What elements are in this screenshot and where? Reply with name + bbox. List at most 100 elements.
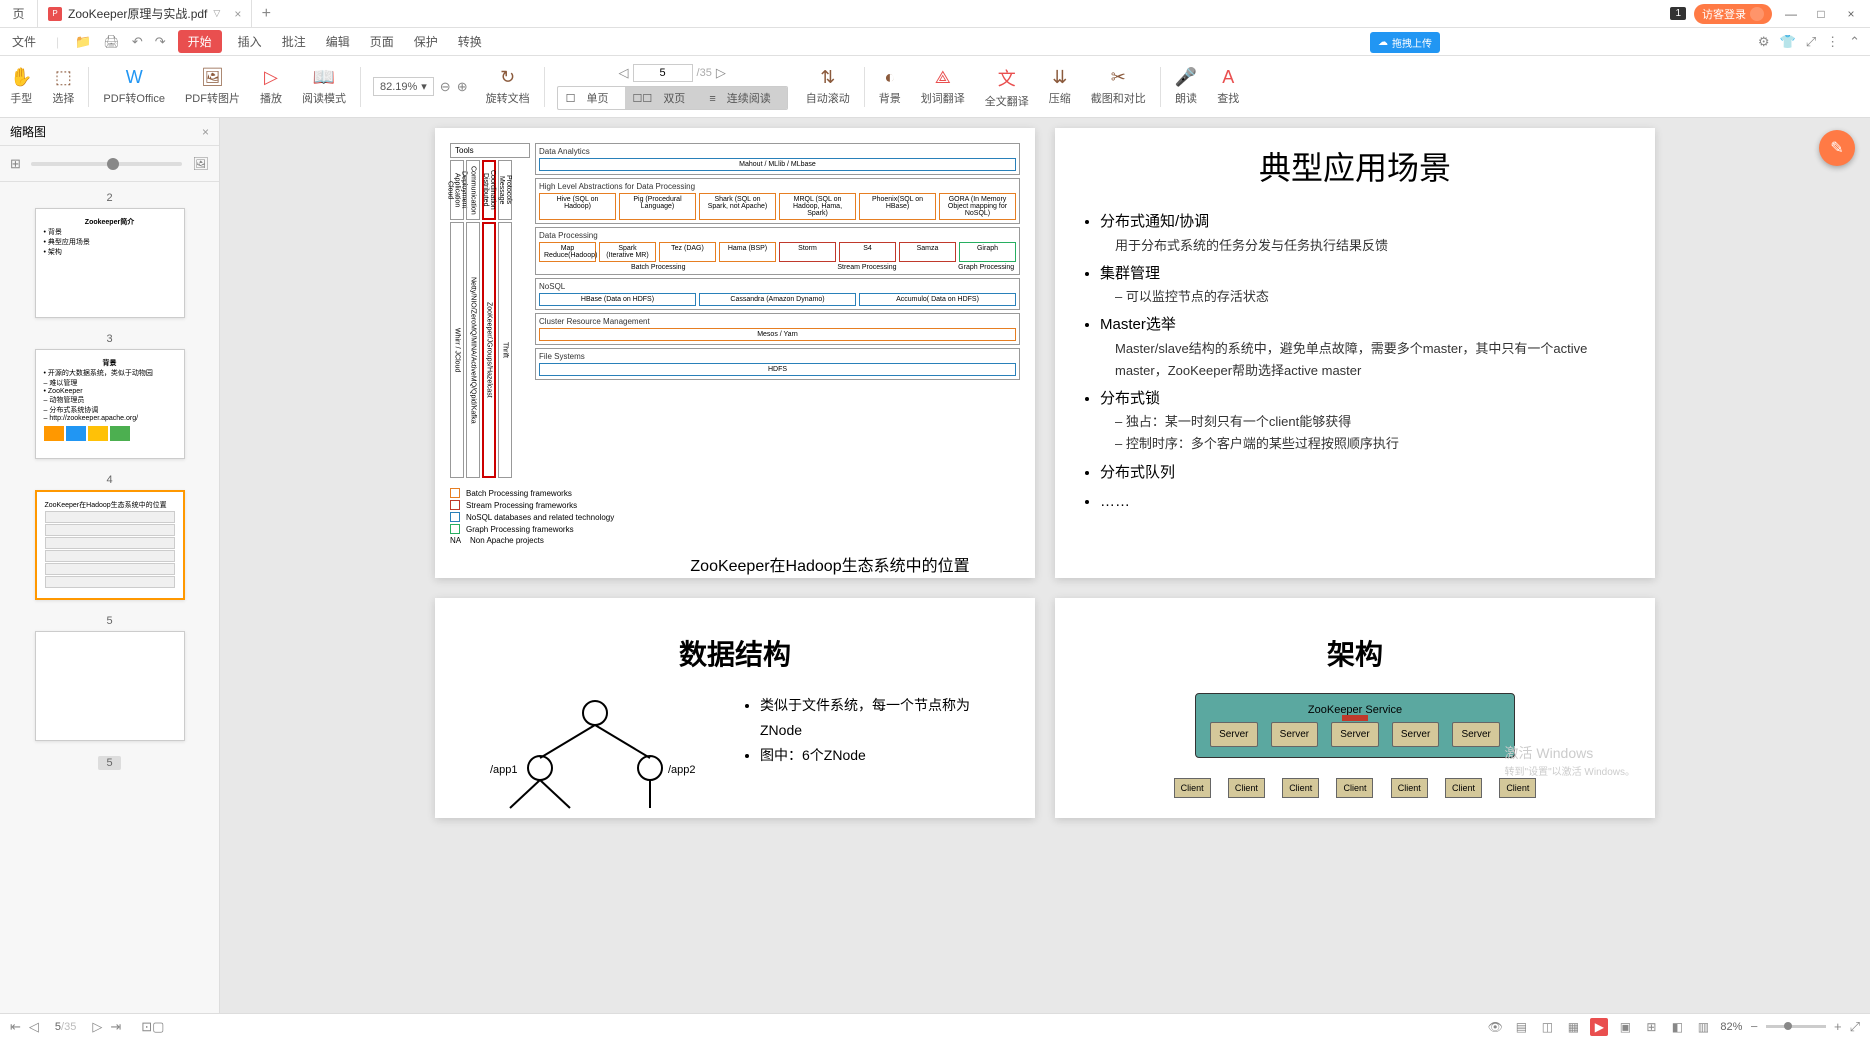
eye-icon[interactable]: 👁 — [1486, 1018, 1504, 1036]
add-tab-button[interactable]: + — [252, 5, 280, 23]
page7-title: 架构 — [1070, 633, 1640, 673]
login-label: 访客登录 — [1702, 6, 1746, 22]
layout-toggle: ☐ 单页 ☐☐ 双页 ≡ 连续阅读 — [557, 86, 788, 110]
zoom-input[interactable]: 82.19% ▾ — [373, 77, 434, 96]
tool2-icon[interactable]: ⊞ — [1642, 1018, 1660, 1036]
tool3-icon[interactable]: ◧ — [1668, 1018, 1686, 1036]
view2-icon[interactable]: ◫ — [1538, 1018, 1556, 1036]
grid-icon[interactable]: ⊞ — [10, 156, 21, 172]
hand-tool[interactable]: ✋手型 — [0, 56, 42, 117]
tab-home[interactable]: 页 — [0, 0, 38, 27]
float-edit-button[interactable]: ✎ — [1819, 130, 1855, 166]
compress-button[interactable]: ⇊压缩 — [1039, 56, 1081, 117]
page-input[interactable] — [633, 64, 693, 82]
background-button[interactable]: ◐背景 — [869, 56, 911, 117]
separator — [544, 67, 545, 107]
pdf-to-office[interactable]: WPDF转Office — [93, 56, 175, 117]
tab-edit[interactable]: 编辑 — [322, 31, 354, 52]
play-button[interactable]: ▷播放 — [250, 56, 292, 117]
sidebar-close-icon[interactable]: × — [202, 125, 209, 139]
expand-icon[interactable]: ⤢ — [1806, 34, 1816, 50]
maximize-button[interactable]: □ — [1810, 7, 1832, 21]
separator — [864, 67, 865, 107]
main-area: 缩略图 × ⊞ 🖼 2Zookeeper简介• 背景• 典型应用场景• 架构 3背… — [0, 118, 1870, 1013]
upload-badge[interactable]: ☁ 拖拽上传 — [1370, 32, 1440, 53]
zoom-in-icon[interactable]: ⊕ — [457, 79, 468, 95]
settings-icon[interactable]: ⚙ — [1758, 34, 1770, 50]
tab-convert[interactable]: 转换 — [454, 31, 486, 52]
prev-page-icon[interactable]: ◁ — [29, 1019, 39, 1035]
minimize-button[interactable]: — — [1780, 7, 1802, 21]
thumbnail-4[interactable]: 4ZooKeeper在Hadoop生态系统中的位置 — [0, 474, 219, 600]
zoom-out-status[interactable]: − — [1750, 1019, 1758, 1034]
fit-width-icon[interactable]: ⊡ — [141, 1019, 152, 1035]
select-tool[interactable]: ⬚选择 — [42, 56, 84, 117]
thumbnail-2[interactable]: 2Zookeeper简介• 背景• 典型应用场景• 架构 — [0, 192, 219, 318]
fit-page-icon[interactable]: ▢ — [152, 1019, 164, 1035]
more-icon[interactable]: ⋮ — [1826, 34, 1839, 50]
next-page-icon[interactable]: ▷ — [92, 1019, 102, 1035]
ribbon: ✋手型 ⬚选择 WPDF转Office 🖼PDF转图片 ▷播放 📖阅读模式 82… — [0, 56, 1870, 118]
first-page-icon[interactable]: ⇤ — [10, 1019, 21, 1035]
page6-title: 数据结构 — [450, 633, 1020, 673]
page-5: 典型应用场景 分布式通知/协调用于分布式系统的任务分发与任务执行结果反馈集群管理… — [1055, 128, 1655, 578]
image-icon[interactable]: 🖼 — [192, 156, 209, 172]
document-tab[interactable]: P ZooKeeper原理与实战.pdf ▽ × — [38, 0, 252, 27]
last-page-icon[interactable]: ⇥ — [110, 1019, 121, 1035]
read-aloud-button[interactable]: 🎤朗读 — [1165, 56, 1207, 117]
tool1-icon[interactable]: ▣ — [1616, 1018, 1634, 1036]
file-menu[interactable]: 文件 — [8, 31, 40, 52]
tab-insert[interactable]: 插入 — [234, 31, 266, 52]
thumbnail-3[interactable]: 3背景• 开源的大数据系统，类似于动物园 – 难以管理• ZooKeeper –… — [0, 333, 219, 459]
view3-icon[interactable]: ▦ — [1564, 1018, 1582, 1036]
sidebar-header: 缩略图 × — [0, 118, 219, 146]
rotate-button[interactable]: ↻旋转文档 — [476, 56, 540, 117]
undo-icon[interactable]: ↶ — [132, 34, 143, 50]
thumbnail-size-slider[interactable] — [31, 162, 183, 166]
read-mode[interactable]: 📖阅读模式 — [292, 56, 356, 117]
open-icon[interactable]: 📁 — [75, 34, 91, 50]
tools-header: Tools — [450, 143, 530, 158]
tab-dropdown-icon[interactable]: ▽ — [213, 8, 220, 19]
prev-page-icon[interactable]: ◁ — [619, 65, 629, 81]
fullscreen-icon[interactable]: ⤢ — [1850, 1019, 1860, 1035]
full-translate[interactable]: 文全文翻译 — [975, 56, 1039, 117]
pdf-to-image[interactable]: 🖼PDF转图片 — [175, 56, 250, 117]
zoom-out-icon[interactable]: ⊖ — [440, 79, 451, 95]
autoscroll-button[interactable]: ⇅自动滚动 — [796, 56, 860, 117]
status-zoom: 82% — [1720, 1021, 1742, 1033]
page4-caption: ZooKeeper在Hadoop生态系统中的位置 — [640, 552, 1020, 576]
tab-start[interactable]: 开始 — [178, 30, 222, 53]
screenshot-compare[interactable]: ✂截图和对比 — [1081, 56, 1156, 117]
background-label: 背景 — [879, 90, 901, 106]
continuous-button[interactable]: ≡ 连续阅读 — [701, 87, 786, 109]
select-label: 选择 — [52, 90, 74, 106]
skin-icon[interactable]: 👕 — [1780, 34, 1796, 50]
zoom-slider[interactable] — [1766, 1025, 1826, 1028]
tab-annotate[interactable]: 批注 — [278, 31, 310, 52]
page-7: 架构 ZooKeeper Service ServerServerServerS… — [1055, 598, 1655, 818]
tool4-icon[interactable]: ▥ — [1694, 1018, 1712, 1036]
zoom-in-status[interactable]: + — [1834, 1019, 1842, 1034]
play-status-icon[interactable]: ▶ — [1590, 1018, 1608, 1036]
separator: | — [52, 33, 63, 51]
close-window-button[interactable]: × — [1840, 7, 1862, 21]
word-translate[interactable]: ⟁划词翻译 — [911, 56, 975, 117]
find-button[interactable]: A查找 — [1207, 56, 1249, 117]
double-page-button[interactable]: ☐☐ 双页 — [625, 87, 702, 109]
close-icon[interactable]: × — [234, 7, 241, 21]
collapse-icon[interactable]: ⌃ — [1849, 34, 1860, 50]
print-icon[interactable]: 🖨 — [103, 34, 120, 50]
thumbnail-5[interactable]: 5 — [0, 615, 219, 741]
page-viewport[interactable]: Tools Cloud Application DeploymentWhirr … — [220, 118, 1870, 1013]
login-button[interactable]: 访客登录 — [1694, 4, 1772, 24]
next-page-icon[interactable]: ▷ — [716, 65, 726, 81]
tab-page[interactable]: 页面 — [366, 31, 398, 52]
single-page-button[interactable]: ☐ 单页 — [558, 87, 625, 109]
notification-badge[interactable]: 1 — [1670, 7, 1686, 20]
tab-protect[interactable]: 保护 — [410, 31, 442, 52]
redo-icon[interactable]: ↷ — [155, 34, 166, 50]
separator — [88, 67, 89, 107]
word-trans-label: 划词翻译 — [921, 90, 965, 106]
view1-icon[interactable]: ▤ — [1512, 1018, 1530, 1036]
